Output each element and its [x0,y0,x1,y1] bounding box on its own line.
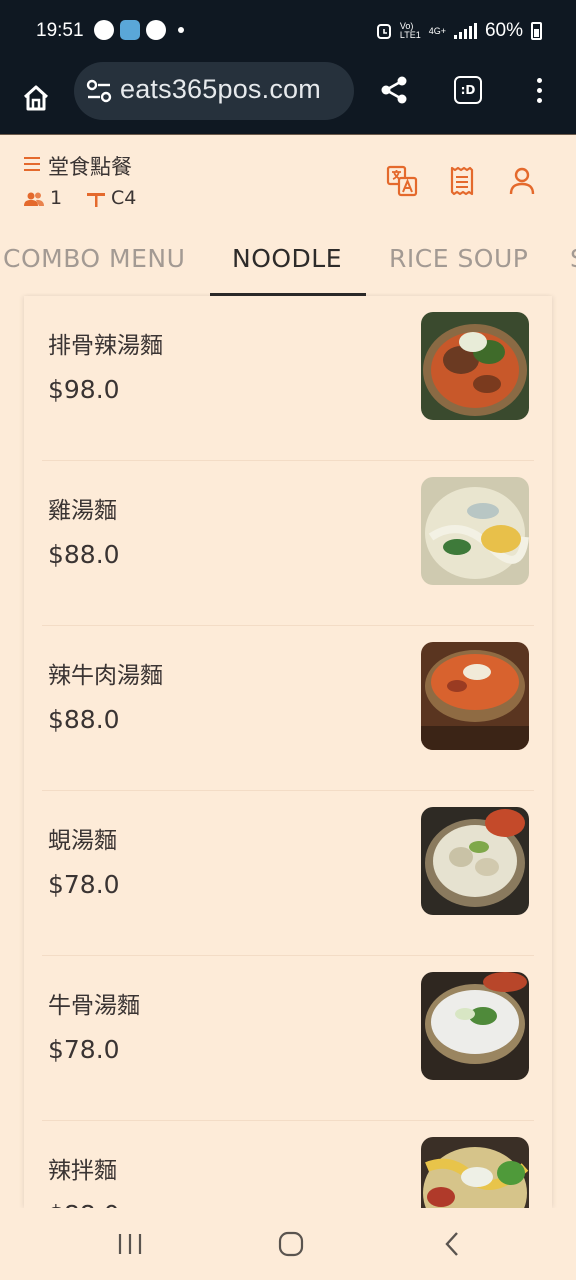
guest-count: 1 [50,187,63,209]
item-price: $88.0 [48,705,120,734]
url-text: eats365pos.com [120,74,321,104]
account-button[interactable] [506,165,538,197]
menu-item[interactable]: 蜆湯麵 $78.0 [24,791,552,956]
tab-rice-soup[interactable]: RICE SOUP [389,244,528,273]
status-right: Vo) LTE1 4G+ 60% [376,20,542,42]
share-icon [381,76,407,104]
item-name: 牛骨湯麵 [48,993,140,1019]
home-circle-icon [278,1231,304,1257]
app-header: 堂食點餐 1 C4 [0,134,576,228]
guests-icon [24,192,44,206]
whatsapp-icon [94,20,114,40]
menu-item[interactable]: 辣拌麵 $88.0 [24,1121,552,1208]
item-photo [421,312,529,420]
back-button[interactable] [432,1228,472,1260]
network-type: 4G+ [428,25,446,36]
item-name: 排骨辣湯麵 [48,333,163,359]
item-name: 蜆湯麵 [48,828,117,854]
browser-toolbar: eats365pos.com :D [0,62,576,134]
item-name: 雞湯麵 [48,498,117,524]
menu-item[interactable]: 排骨辣湯麵 $98.0 [24,296,552,461]
user-icon [509,167,535,195]
tab-noodle[interactable]: NOODLE [232,244,342,273]
item-photo [421,642,529,750]
tab-next-category[interactable]: S [570,244,576,273]
volte-indicator: Vo) LTE1 [400,22,421,40]
item-price: $88.0 [48,1200,120,1208]
item-photo [421,477,529,585]
alarm-icon [376,24,391,39]
site-settings-icon [86,79,112,103]
notification-icons [94,20,184,40]
share-button[interactable] [372,68,416,112]
translate-icon [386,165,418,197]
item-name: 辣拌麵 [48,1158,117,1184]
home-nav-button[interactable] [271,1228,311,1260]
menu-item[interactable]: 辣牛肉湯麵 $88.0 [24,626,552,791]
system-navigation-bar [0,1208,576,1280]
dot-icon [178,27,184,33]
item-photo [421,807,529,915]
table-number: C4 [111,187,137,209]
browser-menu-button[interactable] [522,68,556,112]
category-tabs: COMBO MENU NOODLE RICE SOUP S [0,228,576,296]
tab-switcher-button[interactable]: :D [448,68,488,112]
status-time: 19:51 [36,20,84,41]
item-price: $78.0 [48,1035,120,1064]
back-chevron-icon [445,1232,458,1256]
signal-icon [453,23,477,39]
battery-percent: 60% [484,20,523,41]
hamburger-menu-icon[interactable] [24,157,40,171]
more-vert-icon [536,77,542,103]
item-photo [421,1137,529,1208]
line-icon [146,20,166,40]
receipt-icon [450,166,474,196]
app-icon [120,20,140,40]
home-icon [23,85,49,111]
item-price: $78.0 [48,870,120,899]
page-title: 堂食點餐 [48,155,132,179]
address-bar[interactable]: eats365pos.com [74,62,354,120]
tab-combo-menu[interactable]: COMBO MENU [3,244,185,273]
menu-item[interactable]: 雞湯麵 $88.0 [24,461,552,626]
recents-icon [118,1234,142,1254]
tab-switcher-label: :D [454,76,482,104]
home-button[interactable] [14,72,58,124]
item-photo [421,972,529,1080]
volte-bottom: LTE1 [399,30,421,40]
menu-item[interactable]: 牛骨湯麵 $78.0 [24,956,552,1121]
translate-button[interactable] [386,165,418,197]
battery-icon [531,22,542,40]
recents-button[interactable] [110,1228,150,1260]
item-name: 辣牛肉湯麵 [48,663,163,689]
item-price: $88.0 [48,540,120,569]
status-bar: 19:51 Vo) LTE1 4G+ 60% [0,0,576,62]
order-receipt-button[interactable] [446,165,478,197]
item-price: $98.0 [48,375,120,404]
table-icon [87,193,105,207]
menu-item-list: 排骨辣湯麵 $98.0 雞湯麵 $88.0 辣牛肉湯麵 $88.0 蜆湯麵 $7… [24,296,552,1208]
